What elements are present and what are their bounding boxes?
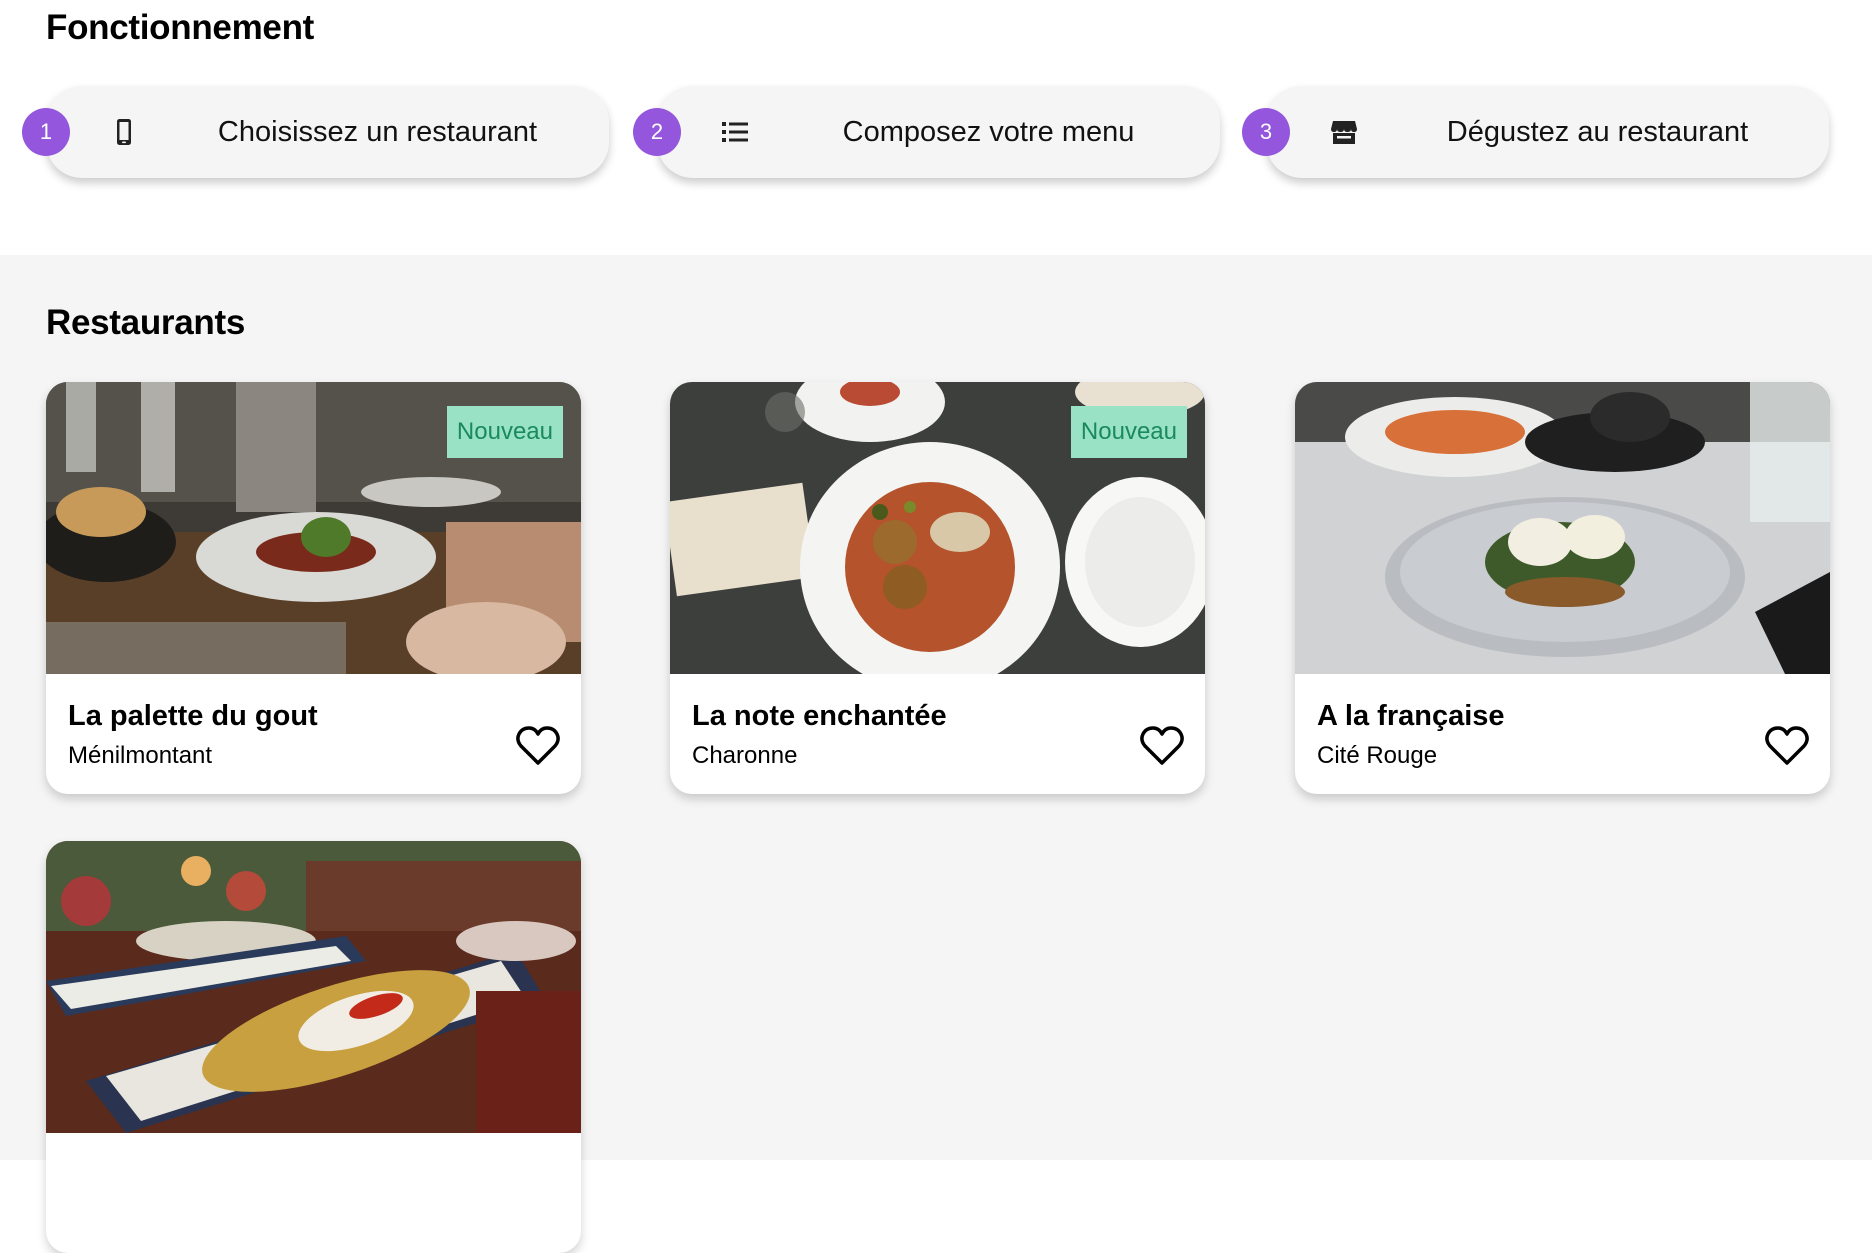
- step-label: Choisissez un restaurant: [217, 116, 538, 148]
- list-icon: [719, 116, 751, 148]
- restaurant-name: La note enchantée: [692, 700, 947, 732]
- restaurant-district: Ménilmontant: [68, 742, 213, 769]
- restaurant-card[interactable]: Nouveau La note enchantée Charonne: [670, 382, 1205, 794]
- new-badge: Nouveau: [1070, 406, 1187, 458]
- favorite-heart-icon[interactable]: [1139, 725, 1185, 767]
- step-choose-restaurant: 1 Choisissez un restaurant: [22, 86, 609, 178]
- restaurant-card[interactable]: [46, 841, 581, 1253]
- restaurant-name: A la française: [1317, 700, 1505, 732]
- step-label: Composez votre menu: [842, 116, 1135, 148]
- restaurant-name: La palette du gout: [68, 700, 318, 732]
- step-number-badge: 2: [633, 108, 681, 156]
- restaurant-card[interactable]: A la française Cité Rouge: [1295, 382, 1830, 794]
- restaurants-title: Restaurants: [46, 303, 245, 342]
- smartphone-icon: [108, 116, 140, 148]
- store-icon: [1328, 116, 1360, 148]
- restaurant-district: Cité Rouge: [1317, 742, 1438, 769]
- restaurant-photo: [46, 841, 581, 1133]
- new-badge: Nouveau: [446, 406, 563, 458]
- step-taste-restaurant: 3 Dégustez au restaurant: [1242, 86, 1829, 178]
- step-compose-menu: 2 Composez votre menu: [633, 86, 1220, 178]
- restaurant-photo: Nouveau: [46, 382, 581, 674]
- step-number-badge: 1: [22, 108, 70, 156]
- how-it-works-title: Fonctionnement: [46, 8, 315, 47]
- restaurant-district: Charonne: [692, 742, 798, 769]
- restaurant-photo: [1295, 382, 1830, 674]
- step-number-badge: 3: [1242, 108, 1290, 156]
- favorite-heart-icon[interactable]: [1764, 725, 1810, 767]
- favorite-heart-icon[interactable]: [515, 725, 561, 767]
- how-it-works-section: Fonctionnement 1 Choisissez un restauran…: [0, 0, 1872, 255]
- restaurant-card[interactable]: Nouveau La palette du gout Ménilmontant: [46, 382, 581, 794]
- restaurants-section: Restaurants Nouveau La palette du gout M…: [0, 255, 1872, 1253]
- restaurant-photo: Nouveau: [670, 382, 1205, 674]
- step-label: Dégustez au restaurant: [1446, 116, 1749, 148]
